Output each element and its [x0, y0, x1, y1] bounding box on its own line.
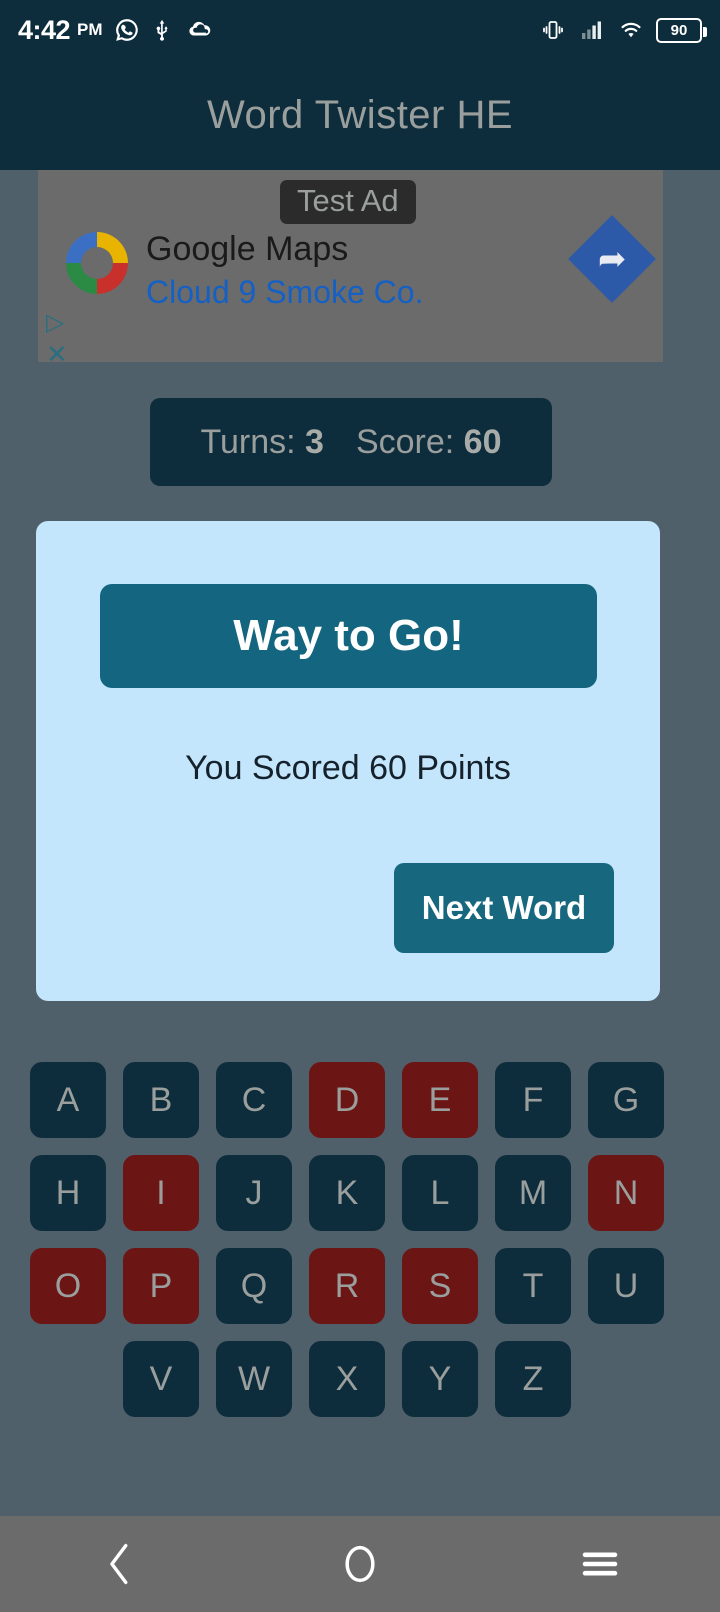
turn-right-arrow-icon[interactable]: ➦ [568, 215, 656, 303]
key-h[interactable]: H [30, 1155, 106, 1231]
status-ampm: PM [77, 20, 103, 39]
result-dialog: Way to Go! You Scored 60 Points Next Wor… [36, 521, 660, 1001]
status-bar-left: 4:42 PM [18, 14, 214, 45]
system-nav-bar [0, 1516, 720, 1612]
key-d[interactable]: D [309, 1062, 385, 1138]
ad-test-badge: Test Ad [280, 180, 416, 224]
score-bar: Turns: 3 Score: 60 [150, 398, 552, 486]
page-title: Word Twister HE [206, 92, 514, 137]
key-a[interactable]: A [30, 1062, 106, 1138]
app-screen: 4:42 PM 90 Word Twister HE Test Ad Googl… [0, 0, 720, 1612]
key-u[interactable]: U [588, 1248, 664, 1324]
key-r[interactable]: R [309, 1248, 385, 1324]
wifi-icon [616, 18, 646, 42]
google-maps-ring-icon [66, 232, 128, 294]
vibrate-icon [538, 18, 568, 42]
arrow-glyph: ➦ [597, 239, 627, 279]
ad-advertiser: Google Maps [146, 230, 349, 268]
key-row: ABCDEFG [30, 1062, 690, 1138]
key-k[interactable]: K [309, 1155, 385, 1231]
score-value: 60 [463, 422, 502, 461]
key-w[interactable]: W [216, 1341, 292, 1417]
score-label: Score: [355, 422, 455, 461]
key-g[interactable]: G [588, 1062, 664, 1138]
key-c[interactable]: C [216, 1062, 292, 1138]
app-bar: Word Twister HE [0, 60, 720, 170]
turns-label: Turns: [200, 422, 296, 461]
key-i[interactable]: I [123, 1155, 199, 1231]
key-e[interactable]: E [402, 1062, 478, 1138]
status-time: 4:42 [18, 14, 71, 45]
key-n[interactable]: N [588, 1155, 664, 1231]
key-m[interactable]: M [495, 1155, 571, 1231]
key-z[interactable]: Z [495, 1341, 571, 1417]
home-circle-icon[interactable] [300, 1529, 420, 1599]
status-bar-right: 90 [538, 17, 707, 43]
usb-icon [151, 17, 173, 43]
turns-value: 3 [305, 422, 324, 461]
key-s[interactable]: S [402, 1248, 478, 1324]
battery-icon: 90 [656, 17, 707, 43]
key-v[interactable]: V [123, 1341, 199, 1417]
ad-banner[interactable]: Test Ad Google Maps Cloud 9 Smoke Co. ➦ … [38, 170, 663, 368]
key-row: VWXYZ [30, 1341, 690, 1417]
key-y[interactable]: Y [402, 1341, 478, 1417]
letter-keyboard: ABCDEFG HIJKLMN OPQRSTU VWXYZ [30, 1062, 690, 1434]
key-l[interactable]: L [402, 1155, 478, 1231]
menu-lines-icon[interactable] [540, 1529, 660, 1599]
key-o[interactable]: O [30, 1248, 106, 1324]
key-row: HIJKLMN [30, 1155, 690, 1231]
key-x[interactable]: X [309, 1341, 385, 1417]
whatsapp-icon [114, 17, 140, 43]
status-bar: 4:42 PM 90 [0, 0, 720, 60]
key-p[interactable]: P [123, 1248, 199, 1324]
key-t[interactable]: T [495, 1248, 571, 1324]
key-j[interactable]: J [216, 1155, 292, 1231]
cloud-icon [184, 18, 214, 42]
adchoices-icon[interactable]: ▷ [46, 310, 64, 334]
battery-level: 90 [670, 21, 688, 39]
key-b[interactable]: B [123, 1062, 199, 1138]
close-icon[interactable]: ✕ [46, 342, 68, 368]
back-chevron-icon[interactable] [60, 1529, 180, 1599]
signal-icon [578, 18, 606, 42]
key-q[interactable]: Q [216, 1248, 292, 1324]
key-row: OPQRSTU [30, 1248, 690, 1324]
key-f[interactable]: F [495, 1062, 571, 1138]
ad-headline[interactable]: Cloud 9 Smoke Co. [146, 274, 423, 311]
dialog-banner-title: Way to Go! [100, 584, 597, 688]
dialog-message: You Scored 60 Points [185, 749, 511, 787]
next-word-button[interactable]: Next Word [394, 863, 614, 953]
